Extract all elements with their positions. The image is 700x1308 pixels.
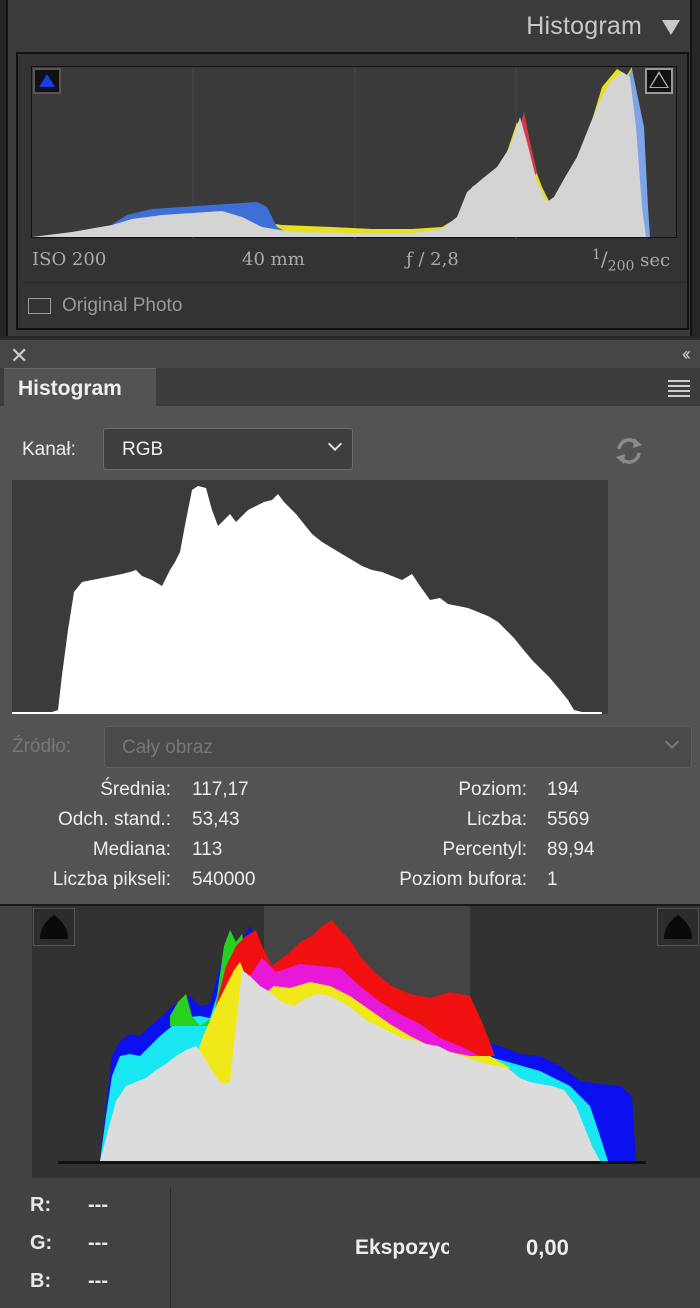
histogram-graph <box>32 67 650 239</box>
histogram-baseline <box>58 1161 646 1164</box>
divider <box>170 1188 171 1308</box>
channel-select[interactable]: RGB <box>103 428 353 470</box>
exif-focal-length: 40 mm <box>242 249 305 270</box>
stat-percentile-value: 89,94 <box>547 839 595 860</box>
shadow-clipping-icon[interactable] <box>33 68 61 94</box>
original-photo-label[interactable]: Original Photo <box>62 295 182 317</box>
stat-cache-level-label: Poziom bufora: <box>399 869 527 890</box>
g-value: --- <box>88 1232 108 1254</box>
stat-cache-level-value: 1 <box>547 869 558 890</box>
stat-mean-value: 117,17 <box>192 779 249 800</box>
r-value: --- <box>88 1194 108 1216</box>
lightroom-histogram-panel: Histogram ISO 200 40 mm ƒ / 2,8 1/200 se… <box>0 0 700 338</box>
rgb-histogram-graph <box>100 920 646 1161</box>
source-label: Źródło: <box>12 736 72 757</box>
tab-histogram-label: Histogram <box>18 377 122 400</box>
stat-stddev-label: Odch. stand.: <box>57 809 171 830</box>
source-select-value: Cały obraz <box>122 737 213 758</box>
stat-pixels-label: Liczba pikseli: <box>52 869 171 890</box>
tab-histogram[interactable]: Histogram <box>4 368 156 408</box>
camera-raw-histogram-panel: R: --- G: --- B: --- Ekspozycja 0,00 <box>0 904 700 1308</box>
stat-median-value: 113 <box>192 839 223 860</box>
b-value: --- <box>88 1270 108 1292</box>
original-photo-checkbox[interactable] <box>28 298 51 314</box>
stat-count-label: Liczba: <box>466 809 527 830</box>
photoshop-histogram-panel: ✕ ‹‹ Histogram Kanał: RGB Źródło: Cały o… <box>0 338 700 904</box>
stat-level-label: Poziom: <box>458 779 527 800</box>
histogram-shape <box>12 486 602 714</box>
histogram-graph <box>12 480 608 714</box>
close-icon[interactable]: ✕ <box>10 343 28 369</box>
histogram-plot <box>31 66 677 239</box>
exif-shutter: 1/200 sec <box>592 247 671 275</box>
g-label: G: <box>30 1232 53 1254</box>
histogram-luminance <box>32 72 646 237</box>
exif-iso: ISO 200 <box>32 249 107 270</box>
channel-label: Kanał: <box>22 439 76 460</box>
exif-aperture: ƒ / 2,8 <box>406 249 459 270</box>
b-label: B: <box>30 1270 52 1292</box>
highlight-clipping-icon[interactable] <box>645 68 673 94</box>
collapse-panel-icon[interactable]: ‹‹ <box>682 344 691 365</box>
stat-percentile-label: Percentyl: <box>442 839 527 860</box>
exposure-label: Ekspozycja <box>355 1236 449 1259</box>
stat-pixels-value: 540000 <box>192 869 256 890</box>
stat-median-label: Mediana: <box>92 839 171 860</box>
stat-mean-label: Średnia: <box>100 779 171 800</box>
panel-topbar: ✕ ‹‹ <box>0 338 700 368</box>
shutter-denominator: 200 <box>607 258 635 275</box>
shutter-unit: sec <box>640 250 671 271</box>
stat-count-value: 5569 <box>547 809 590 830</box>
refresh-icon[interactable] <box>612 434 646 468</box>
r-label: R: <box>30 1194 52 1216</box>
stat-stddev-value: 53,43 <box>192 809 240 830</box>
stat-level-value: 194 <box>547 779 579 800</box>
panel-title[interactable]: Histogram <box>526 12 642 41</box>
chevron-down-icon <box>664 734 680 750</box>
shutter-numerator: 1 <box>592 247 601 263</box>
channel-select-value: RGB <box>122 439 164 460</box>
divider <box>22 282 686 283</box>
source-select[interactable]: Cały obraz <box>104 726 692 768</box>
exposure-value: 0,00 <box>526 1235 569 1260</box>
panel-menu-icon[interactable] <box>668 380 690 400</box>
collapse-triangle-icon[interactable] <box>662 20 680 35</box>
histogram-svg <box>12 486 602 714</box>
chevron-down-icon <box>327 436 343 452</box>
